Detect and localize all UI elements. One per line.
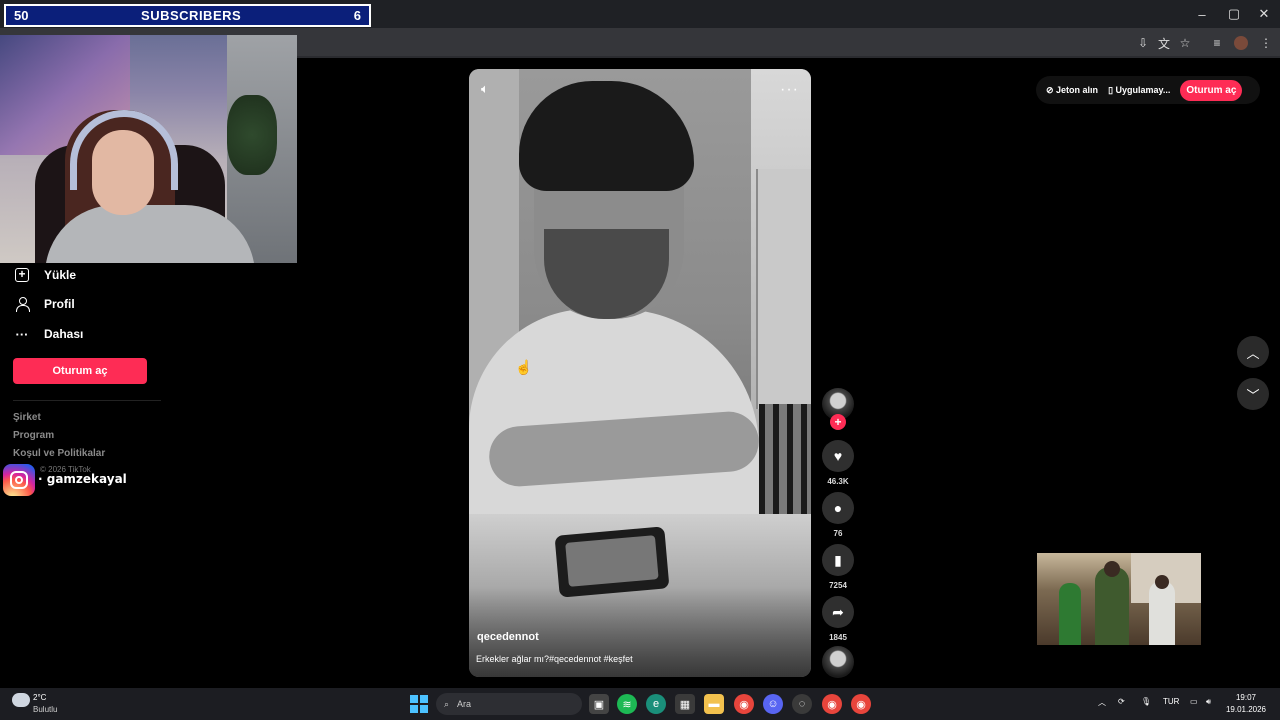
install-icon[interactable]: ⇩ <box>1133 33 1153 53</box>
coin-icon: ⊘ <box>1046 84 1057 95</box>
sidebar-item-more[interactable]: ··· Dahası <box>14 322 84 346</box>
profile-icon[interactable] <box>1231 33 1251 53</box>
like-button[interactable]: ♥ <box>822 440 854 472</box>
minimize-button[interactable]: – <box>1186 0 1218 28</box>
menu-icon[interactable]: ⋮ <box>1256 33 1276 53</box>
obs-icon[interactable]: ◌ <box>792 694 812 714</box>
volume-icon[interactable]: 🔈︎ <box>481 81 497 97</box>
subscriber-count-left: 50 <box>14 8 29 23</box>
sidebar-item-label: Yükle <box>44 268 77 282</box>
edge-icon[interactable]: e <box>646 694 666 714</box>
clock-time[interactable]: 19:07 <box>1218 693 1274 702</box>
microphone-icon[interactable]: 🎙︎ <box>1141 697 1151 706</box>
get-coins-label: Jeton alın <box>1056 84 1099 95</box>
save-button[interactable]: ▮ <box>822 544 854 576</box>
save-count: 7254 <box>829 581 847 590</box>
sidebar-item-upload[interactable]: + Yükle <box>14 263 76 287</box>
taskbar-search[interactable]: ⌕ Ara <box>436 693 582 715</box>
chevron-up-icon: ︿ <box>1246 345 1260 361</box>
heart-icon: ♥ <box>833 448 843 464</box>
subscriber-goal-label: SUBSCRIBERS <box>141 8 242 23</box>
store-icon[interactable]: ▦ <box>675 694 695 714</box>
profile-icon <box>14 296 30 312</box>
sidebar-item-profile[interactable]: Profil <box>14 292 75 316</box>
comment-count: 76 <box>833 529 843 538</box>
video-caption: Erkekler ağlar mı?#qecedennot #keşfet <box>476 654 633 664</box>
bookmark-icon: ▮ <box>834 551 842 568</box>
chrome-profile-icon[interactable]: ◉ <box>851 694 871 714</box>
footer-link-terms[interactable]: Koşul ve Politikalar <box>13 448 105 459</box>
speaker-icon[interactable]: 🔊︎ <box>1206 697 1211 707</box>
divider <box>13 400 161 401</box>
search-icon: ⌕ <box>444 698 450 709</box>
comment-icon: ● <box>833 500 843 516</box>
header-login-button[interactable]: Oturum aç <box>1180 79 1243 101</box>
get-coins-link[interactable]: ⊘ Jeton alın <box>1046 85 1098 96</box>
phone-icon: ▯ <box>1108 84 1116 95</box>
instagram-icon <box>3 464 35 496</box>
discord-icon[interactable]: ☺ <box>763 694 783 714</box>
maximize-button[interactable]: ▢ <box>1218 0 1250 28</box>
task-view-icon[interactable]: ▣ <box>589 694 609 714</box>
more-icon: ··· <box>15 326 29 342</box>
get-app-link[interactable]: ▯ Uygulamay... <box>1108 85 1170 96</box>
sidebar-item-label: Dahası <box>44 327 84 341</box>
music-disc-avatar[interactable] <box>822 646 854 678</box>
game-capture-overlay <box>1037 553 1201 645</box>
chrome-active-icon[interactable]: ◉ <box>822 694 842 714</box>
tray-overflow-icon[interactable]: ︿ <box>1098 697 1106 708</box>
sync-icon[interactable]: ⟳ <box>1118 697 1125 706</box>
network-icon[interactable]: ▭ <box>1190 697 1198 706</box>
follow-plus-icon[interactable]: + <box>830 414 846 430</box>
weather-description[interactable]: Bulutlu <box>33 705 57 714</box>
get-app-label: Uygulamay... <box>1115 84 1171 95</box>
close-button[interactable]: ✕ <box>1248 0 1280 28</box>
next-video-button[interactable]: ﹀ <box>1237 378 1269 410</box>
star-icon[interactable]: ☆ <box>1175 33 1195 53</box>
share-button[interactable]: ➦ <box>822 596 854 628</box>
chrome-icon[interactable]: ◉ <box>734 694 754 714</box>
translate-icon[interactable]: 文 <box>1154 33 1174 53</box>
footer-link-company[interactable]: Şirket <box>13 412 41 423</box>
share-count: 1845 <box>829 633 847 642</box>
windows-taskbar <box>0 688 1280 720</box>
spotify-icon[interactable]: ≋ <box>617 694 637 714</box>
search-placeholder: Ara <box>457 699 472 709</box>
footer-link-program[interactable]: Program <box>13 430 54 441</box>
windows-start-icon[interactable] <box>410 695 428 713</box>
sidebar-item-label: Profil <box>44 297 75 311</box>
weather-temperature[interactable]: 2°C <box>33 693 46 702</box>
share-icon: ➦ <box>832 603 844 620</box>
upload-icon: + <box>14 267 30 283</box>
like-count: 46.3K <box>827 477 849 486</box>
more-options-icon[interactable]: ··· <box>780 81 799 99</box>
weather-cloud-icon[interactable] <box>12 693 30 707</box>
streamer-webcam <box>0 35 297 263</box>
language-indicator[interactable]: TUR <box>1163 697 1179 706</box>
clock-date[interactable]: 19.01.2026 <box>1218 705 1274 714</box>
previous-video-button[interactable]: ︿ <box>1237 336 1269 368</box>
subscriber-count-right: 6 <box>353 8 361 23</box>
video-username[interactable]: qecedennot <box>477 631 539 643</box>
chevron-down-icon: ﹀ <box>1246 387 1260 403</box>
mouse-cursor-icon: ☝ <box>515 359 533 375</box>
comment-button[interactable]: ● <box>822 492 854 524</box>
subscriber-goal-overlay: 50 SUBSCRIBERS 6 <box>4 4 371 27</box>
reading-list-icon[interactable]: ≡ <box>1207 33 1227 53</box>
header-actions: ⊘ Jeton alın ▯ Uygulamay... Oturum aç <box>1036 76 1260 104</box>
login-button[interactable]: Oturum aç <box>13 358 147 384</box>
instagram-handle: · gamzekayal <box>38 472 127 486</box>
file-explorer-icon[interactable]: ▬ <box>704 694 724 714</box>
